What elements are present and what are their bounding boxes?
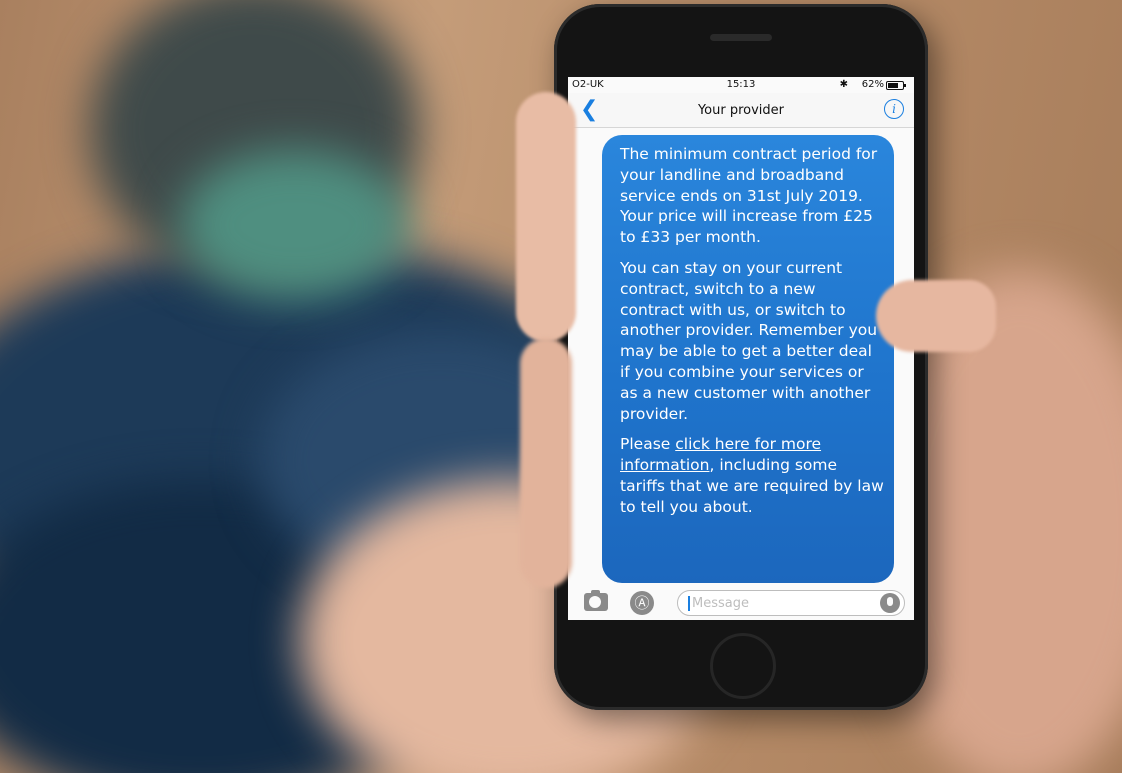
message-paragraph: The minimum contract period for your lan… <box>620 145 878 247</box>
status-bar: O2-UK 15:13 ✱ 62% <box>568 77 914 93</box>
message-field[interactable] <box>677 590 905 616</box>
conversation-header: ❮ Your provider i <box>568 93 914 128</box>
conversation-title: Your provider <box>697 103 785 118</box>
microphone-icon[interactable] <box>880 593 900 613</box>
app-store-icon[interactable]: Ⓐ <box>630 591 654 615</box>
message-paragraph: You can stay on your current contract, s… <box>620 258 878 423</box>
phone-screen: O2-UK 15:13 ✱ 62% ❮ Your provider i The … <box>568 77 914 620</box>
message-input-bar: Ⓐ <box>568 587 914 620</box>
message-paragraph: Please click here for more information, … <box>620 434 884 517</box>
message-text: Please <box>620 435 676 454</box>
message-input[interactable] <box>692 594 862 612</box>
battery-icon <box>886 81 906 90</box>
right-thumb-shape <box>876 280 996 352</box>
info-icon[interactable]: i <box>884 99 904 119</box>
phone: O2-UK 15:13 ✱ 62% ❮ Your provider i The … <box>554 4 928 710</box>
camera-icon[interactable] <box>584 590 608 611</box>
home-button[interactable] <box>710 633 776 699</box>
battery-percent: 62% <box>861 79 884 90</box>
message-bubble: The minimum contract period for your lan… <box>602 135 894 583</box>
left-finger-shape <box>520 338 572 588</box>
bluetooth-icon: ✱ <box>839 79 848 90</box>
left-thumb-shape <box>516 92 576 342</box>
text-cursor <box>688 596 690 611</box>
earpiece <box>710 34 772 41</box>
sock-shape <box>180 150 410 300</box>
